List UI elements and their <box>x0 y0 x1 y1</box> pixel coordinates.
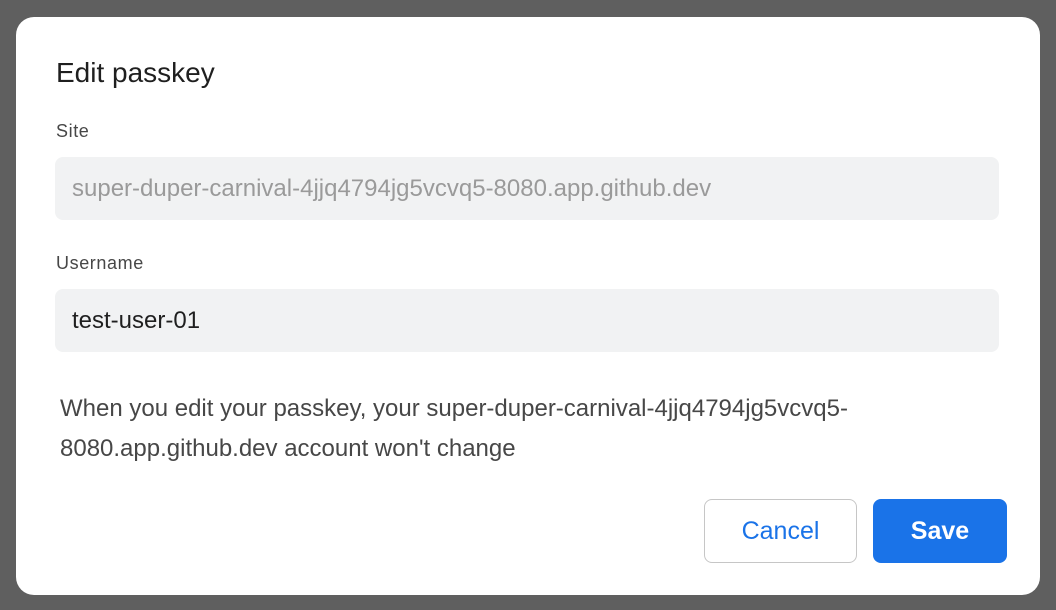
cancel-button[interactable]: Cancel <box>704 499 857 563</box>
info-note: When you edit your passkey, your super-d… <box>60 395 848 462</box>
site-field <box>55 157 999 220</box>
dialog-title: Edit passkey <box>56 57 215 88</box>
site-label: Site <box>56 121 90 141</box>
save-button[interactable]: Save <box>873 499 1007 563</box>
edit-passkey-dialog: Edit passkey Site Username When you edit… <box>16 17 1040 595</box>
username-field[interactable] <box>55 289 999 352</box>
username-label: Username <box>56 253 144 273</box>
